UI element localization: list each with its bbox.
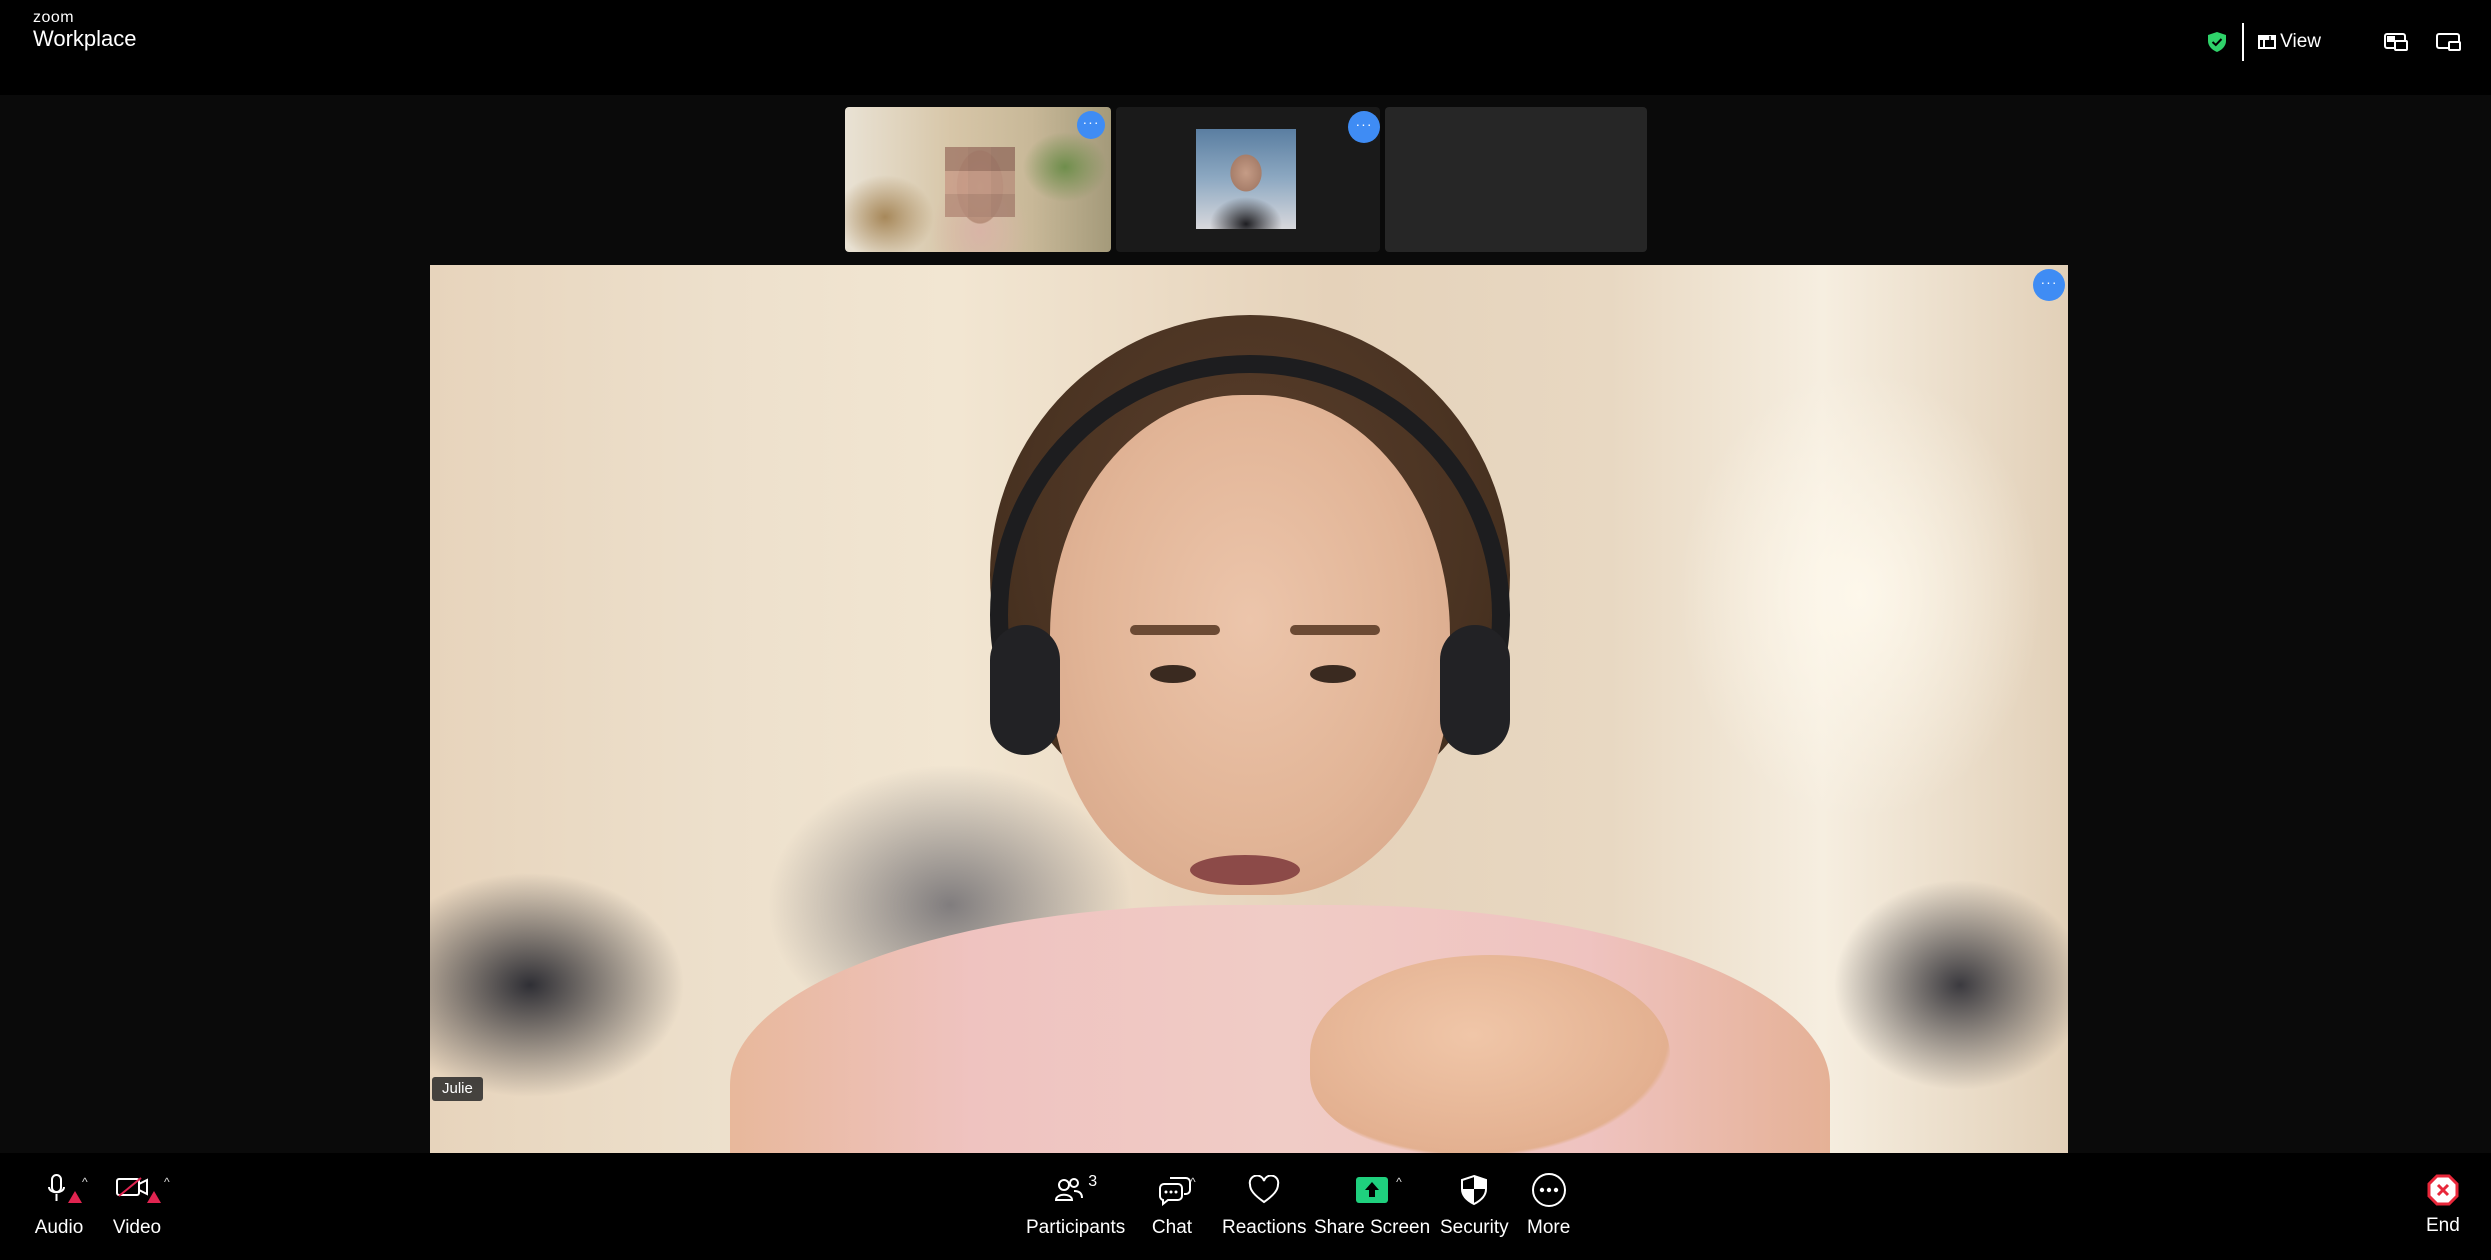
- active-speaker-video[interactable]: ··· Julie: [430, 265, 2068, 1153]
- participant-thumbnail[interactable]: [1385, 107, 1647, 252]
- view-grid-icon: [2258, 35, 2277, 49]
- meeting-toolbar: ^ Audio ^ Video 3 Participants ^ Chat Re…: [0, 1153, 2491, 1260]
- share-caret-icon[interactable]: ^: [1396, 1175, 1402, 1189]
- speaker-body: [730, 905, 1830, 1153]
- audio-label: Audio: [34, 1217, 84, 1238]
- blurred-face: [945, 147, 1015, 217]
- end-label: End: [2426, 1215, 2460, 1236]
- participant-name-tag: Julie: [432, 1077, 483, 1101]
- logo-zoom-text: zoom: [33, 9, 75, 26]
- video-stage: ··· ··· ··· Julie: [0, 95, 2491, 1153]
- chat-button[interactable]: ^ Chat: [1152, 1169, 1198, 1239]
- reactions-label: Reactions: [1222, 1217, 1307, 1238]
- view-button[interactable]: View: [2258, 31, 2321, 53]
- audio-button[interactable]: ^ Audio: [34, 1169, 94, 1239]
- participant-video: [1196, 129, 1296, 229]
- security-shield-icon: [1461, 1174, 1488, 1206]
- speaker-hand: [1310, 955, 1670, 1153]
- microphone-muted-icon: [48, 1174, 82, 1203]
- security-label: Security: [1440, 1217, 1509, 1238]
- eyebrow: [1290, 625, 1380, 635]
- heart-icon: [1249, 1175, 1280, 1204]
- security-button[interactable]: Security: [1440, 1169, 1509, 1239]
- top-right-controls: View: [2206, 23, 2461, 61]
- pip-icon[interactable]: [2383, 31, 2409, 53]
- thumbnail-more-button[interactable]: ···: [1348, 111, 1380, 143]
- eye: [1310, 665, 1356, 683]
- audio-caret-icon[interactable]: ^: [82, 1175, 88, 1189]
- video-label: Video: [112, 1217, 162, 1238]
- app-logo: zoom Workplace: [33, 10, 137, 50]
- video-button[interactable]: ^ Video: [108, 1169, 172, 1239]
- zoom-meeting-window: zoom Workplace View ··· ··· ··· Julie ^ …: [0, 0, 2491, 1260]
- participants-button[interactable]: 3 Participants: [1026, 1169, 1125, 1239]
- logo-workplace-text: Workplace: [33, 26, 137, 51]
- mouth: [1190, 855, 1300, 885]
- share-screen-label: Share Screen: [1314, 1217, 1431, 1238]
- share-screen-button[interactable]: ^ Share Screen: [1314, 1169, 1430, 1239]
- top-bar: zoom Workplace View: [0, 0, 2491, 95]
- view-label: View: [2280, 31, 2321, 52]
- participant-thumbnail[interactable]: ···: [1116, 107, 1380, 252]
- eyebrow: [1130, 625, 1220, 635]
- eye: [1150, 665, 1196, 683]
- headset-earcup: [990, 625, 1060, 755]
- end-button[interactable]: End: [2426, 1169, 2460, 1237]
- video-more-button[interactable]: ···: [2033, 269, 2065, 301]
- participant-thumbnail[interactable]: ···: [845, 107, 1111, 252]
- more-button[interactable]: More: [1527, 1169, 1570, 1239]
- more-dots-icon: [1531, 1173, 1566, 1207]
- shield-check-icon[interactable]: [2206, 31, 2228, 53]
- chat-caret-icon[interactable]: ^: [1190, 1175, 1196, 1189]
- participants-icon: [1055, 1178, 1084, 1201]
- reactions-button[interactable]: Reactions: [1222, 1169, 1307, 1239]
- video-caret-icon[interactable]: ^: [164, 1175, 170, 1189]
- more-label: More: [1527, 1217, 1571, 1238]
- camera-off-icon: [116, 1177, 161, 1203]
- top-divider: [2242, 23, 2245, 61]
- participants-label: Participants: [1026, 1217, 1126, 1238]
- chat-label: Chat: [1151, 1217, 1193, 1238]
- share-screen-icon: [1356, 1177, 1389, 1203]
- headset-earcup: [1440, 625, 1510, 755]
- thumbnail-more-button[interactable]: ···: [1077, 111, 1105, 139]
- participants-count: 3: [1088, 1173, 1098, 1190]
- chat-icon: [1159, 1177, 1191, 1206]
- end-call-icon: [2427, 1174, 2459, 1206]
- fullscreen-icon[interactable]: [2435, 31, 2461, 53]
